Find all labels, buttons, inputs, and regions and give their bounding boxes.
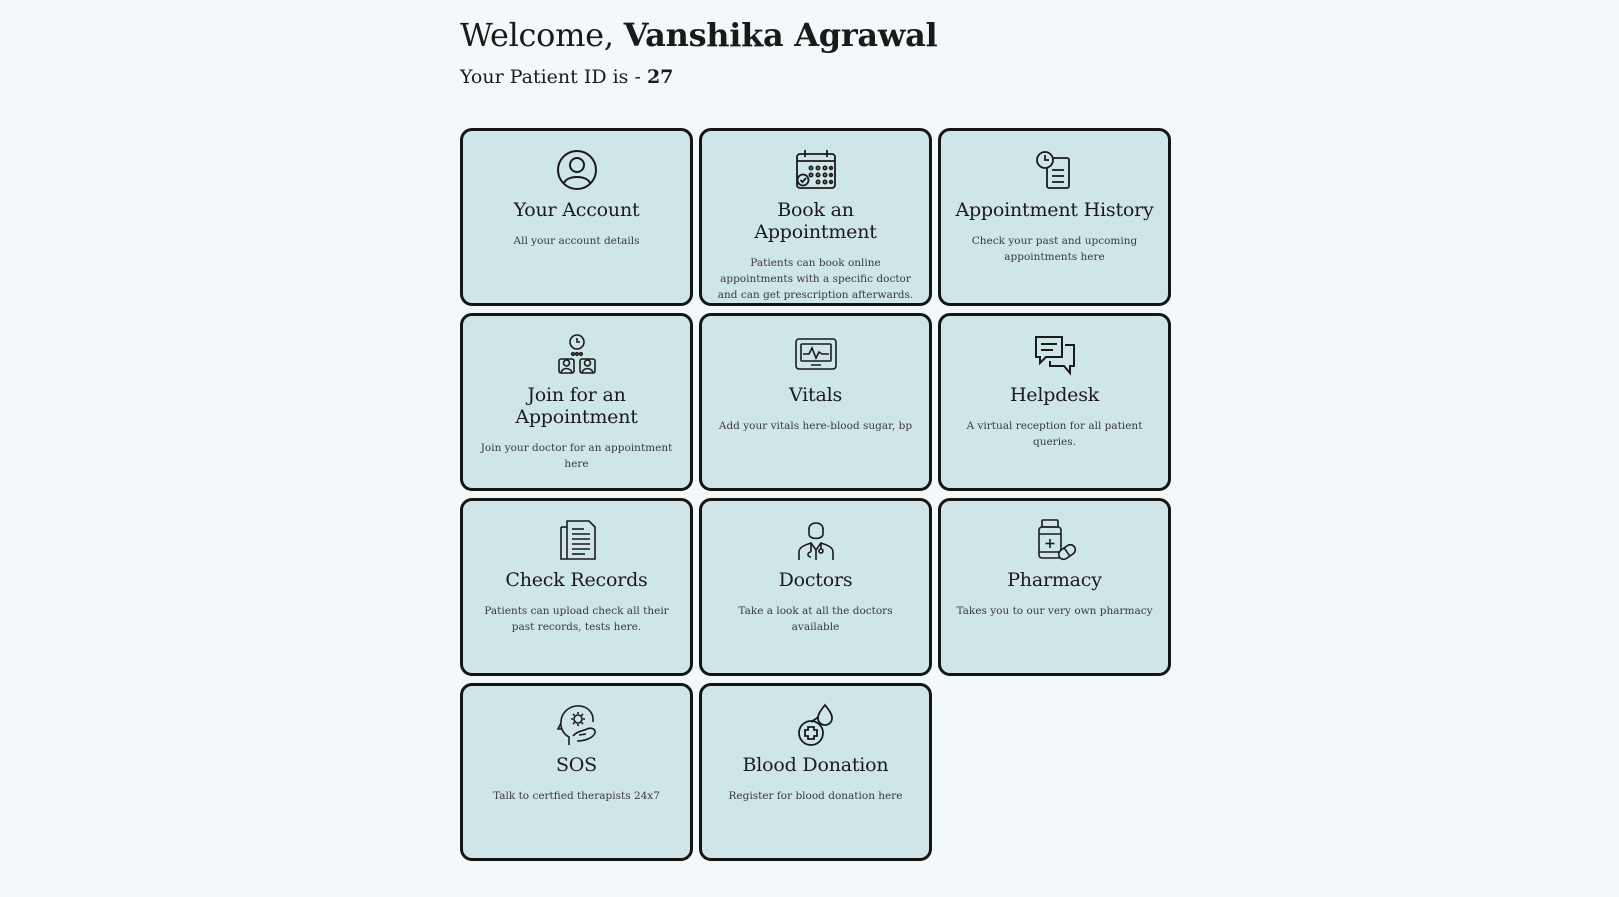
card-description: Check your past and upcoming appointment…: [971, 235, 1138, 263]
card-pharmacy[interactable]: Pharmacy Takes you to our very own pharm…: [938, 498, 1171, 676]
card-description: A virtual reception for all patient quer…: [966, 420, 1143, 448]
patient-id-line: Your Patient ID is - 27: [460, 64, 1175, 90]
welcome-prefix: Welcome,: [460, 16, 614, 54]
clock-clipboard-icon: [1033, 148, 1077, 192]
card-your-account[interactable]: Your Account All your account details: [460, 128, 693, 306]
card-title: Pharmacy: [1007, 569, 1102, 591]
card-description: Talk to certfied therapists 24x7: [493, 790, 660, 802]
card-title: Book an Appointment: [754, 199, 877, 243]
card-title: Blood Donation: [742, 754, 889, 776]
card-title: Vitals: [788, 384, 843, 406]
heart-monitor-icon: [794, 333, 838, 377]
doctor-icon: [794, 518, 838, 562]
card-title: Doctors: [778, 569, 853, 591]
card-title: SOS: [555, 754, 597, 776]
card-title: Your Account: [513, 199, 640, 221]
card-title: Join for an Appointment: [515, 384, 638, 428]
card-title: Helpdesk: [1009, 384, 1100, 406]
welcome-heading: Welcome, Vanshika Agrawal: [460, 0, 1175, 56]
card-sos[interactable]: SOS Talk to certfied therapists 24x7: [460, 683, 693, 861]
chat-bubbles-icon: [1033, 333, 1077, 377]
dashboard: Welcome, Vanshika Agrawal Your Patient I…: [460, 0, 1175, 861]
video-consultation-icon: [555, 333, 599, 377]
card-title: Check Records: [505, 569, 648, 591]
card-vitals[interactable]: Vitals Add your vitals here-blood sugar,…: [699, 313, 932, 491]
card-description: Register for blood donation here: [728, 790, 903, 802]
mental-health-icon: [555, 703, 599, 747]
document-icon: [555, 518, 599, 562]
calendar-icon: [794, 148, 838, 192]
card-description: Take a look at all the doctors available: [738, 605, 893, 633]
card-doctors[interactable]: Doctors Take a look at all the doctors a…: [699, 498, 932, 676]
blood-drop-icon: [794, 703, 838, 747]
card-description: All your account details: [513, 235, 640, 247]
user-circle-icon: [555, 148, 599, 192]
card-description: Patients can upload check all their past…: [484, 605, 669, 633]
card-check-records[interactable]: Check Records Patients can upload check …: [460, 498, 693, 676]
user-name: Vanshika Agrawal: [623, 16, 938, 54]
medicine-bottle-icon: [1033, 518, 1077, 562]
card-description: Add your vitals here-blood sugar, bp: [718, 420, 913, 432]
services-grid: Your Account All your account details Bo…: [460, 128, 1171, 861]
patient-id-label: Your Patient ID is -: [460, 66, 641, 88]
card-description: Patients can book online appointments wi…: [717, 257, 914, 301]
card-helpdesk[interactable]: Helpdesk A virtual reception for all pat…: [938, 313, 1171, 491]
card-join-appointment[interactable]: Join for an Appointment Join your doctor…: [460, 313, 693, 491]
card-title: Appointment History: [955, 199, 1154, 221]
card-description: Takes you to our very own pharmacy: [956, 605, 1153, 617]
card-book-appointment[interactable]: Book an Appointment Patients can book on…: [699, 128, 932, 306]
card-appointment-history[interactable]: Appointment History Check your past and …: [938, 128, 1171, 306]
patient-id-value: 27: [646, 66, 674, 88]
card-blood-donation[interactable]: Blood Donation Register for blood donati…: [699, 683, 932, 861]
card-description: Join your doctor for an appointment here: [480, 442, 673, 470]
